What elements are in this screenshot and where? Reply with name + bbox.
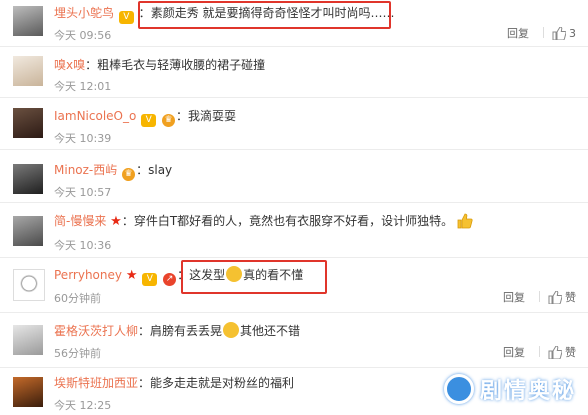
- like-count[interactable]: 3: [569, 27, 576, 40]
- comment-line: 嗅x嗅：粗棒毛衣与轻薄收腰的裙子碰撞: [54, 57, 265, 73]
- comment-text: 穿件白T都好看的人，竟然也有衣服穿不好看，设计师独特。: [133, 214, 454, 228]
- colon: ：: [121, 214, 134, 228]
- colon: ：: [138, 6, 151, 20]
- colon: ：: [138, 324, 151, 338]
- comment-time: 今天 09:56: [54, 29, 112, 42]
- avatar[interactable]: [13, 164, 43, 194]
- crown-badge-icon: ♛: [122, 168, 136, 181]
- comment-text-part: 真的看不懂: [243, 268, 304, 282]
- username-link[interactable]: 嗅x嗅: [54, 58, 85, 72]
- comment-text-part: 这发型: [189, 268, 226, 282]
- reply-button[interactable]: 回复: [503, 346, 525, 359]
- comment-time: 今天 10:36: [54, 239, 112, 252]
- thumbs-up-icon[interactable]: [548, 345, 563, 362]
- comment-actions: 回复 3: [507, 25, 576, 43]
- comment-actions: 回复 赞: [503, 289, 576, 307]
- username-link[interactable]: Perryhoney: [54, 268, 122, 282]
- comment-line: 埋头小鸵鸟 V ：素颜走秀 就是要摘得奇奇怪怪才叫时尚吗……: [54, 5, 395, 24]
- avatar[interactable]: [13, 377, 43, 407]
- comment-time: 今天 12:01: [54, 80, 112, 93]
- comment-line: 埃斯特班加西亚：能多走走就是对粉丝的福利: [54, 375, 294, 391]
- watermark-text: 剧情奥秘: [479, 379, 576, 404]
- colon: ：: [138, 376, 151, 390]
- username-link[interactable]: 埋头小鸵鸟: [54, 6, 114, 20]
- divider: [539, 291, 540, 302]
- username-link[interactable]: 霍格沃茨打人柳: [54, 324, 138, 338]
- star-badge-icon: ★: [125, 268, 138, 283]
- vip-badge-icon: V: [118, 11, 134, 24]
- avatar[interactable]: [13, 216, 43, 246]
- comment-text-part: 其他还不错: [240, 324, 301, 338]
- avatar[interactable]: [13, 108, 43, 138]
- comment-line: Perryhoney ★ V ↗ ：这发型 真的看不懂: [54, 266, 303, 286]
- like-label[interactable]: 赞: [565, 346, 576, 359]
- vip-badge-icon: V: [141, 114, 157, 127]
- comment-line: 简-慢慢来 ★：穿件白T都好看的人，竟然也有衣服穿不好看，设计师独特。: [54, 213, 473, 233]
- avatar[interactable]: [13, 325, 43, 355]
- colon: ：: [85, 58, 98, 72]
- divider: [543, 27, 544, 38]
- swirl-logo-icon: [443, 374, 474, 404]
- comment-time: 今天 12:25: [54, 399, 112, 412]
- comment-line: 霍格沃茨打人柳：肩膀有丢丢晃 其他还不错: [54, 322, 300, 339]
- username-link[interactable]: 简-慢慢来: [54, 214, 106, 228]
- comment-text: 我滴耍耍: [188, 109, 237, 123]
- thumbs-up-emoji-icon: [457, 213, 473, 233]
- sweat-emoji-icon: [223, 322, 240, 338]
- comment-time: 今天 10:39: [54, 132, 112, 145]
- star-badge-icon: ★: [110, 214, 122, 229]
- comment-item: Minoz-西屿 ♛ ：slay 今天 10:57: [0, 150, 588, 203]
- avatar[interactable]: [13, 269, 45, 301]
- comment-actions: 回复 赞: [503, 344, 576, 362]
- comment-line: Minoz-西屿 ♛ ：slay: [54, 162, 172, 181]
- colon: ：: [176, 109, 189, 123]
- username-link[interactable]: Minoz-西屿: [54, 163, 117, 177]
- comment-text: 素颜走秀 就是要摘得奇奇怪怪才叫时尚吗……: [150, 6, 395, 20]
- comment-text: 粗棒毛衣与轻薄收腰的裙子碰撞: [97, 58, 266, 72]
- comment-time: 今天 10:57: [54, 186, 112, 199]
- watermark: 剧情奥秘: [443, 373, 576, 405]
- thumbs-up-icon[interactable]: [548, 290, 563, 307]
- avatar[interactable]: [13, 56, 43, 86]
- thumbs-up-icon[interactable]: [552, 26, 567, 43]
- comment-item: 嗅x嗅：粗棒毛衣与轻薄收腰的裙子碰撞 今天 12:01: [0, 47, 588, 98]
- comment-text-part: 肩膀有丢丢晃: [150, 324, 223, 338]
- avatar[interactable]: [13, 6, 43, 36]
- comment-item: 埋头小鸵鸟 V ：素颜走秀 就是要摘得奇奇怪怪才叫时尚吗…… 今天 09:56 …: [0, 0, 588, 47]
- level-badge-icon: ↗: [163, 273, 177, 286]
- crown-badge-icon: ♛: [162, 114, 175, 127]
- laughing-emoji-icon: [226, 266, 243, 282]
- comment-item: 简-慢慢来 ★：穿件白T都好看的人，竟然也有衣服穿不好看，设计师独特。 今天 1…: [0, 203, 588, 258]
- comment-text: slay: [148, 163, 173, 177]
- colon: ：: [136, 163, 149, 177]
- comment-item: IamNicoleO_o V ♛ ：我滴耍耍 今天 10:39: [0, 98, 588, 150]
- reply-button[interactable]: 回复: [507, 27, 529, 40]
- username-link[interactable]: 埃斯特班加西亚: [54, 376, 138, 390]
- comment-text: 能多走走就是对粉丝的福利: [150, 376, 295, 390]
- like-label[interactable]: 赞: [565, 291, 576, 304]
- comment-item: Perryhoney ★ V ↗ ：这发型 真的看不懂 60分钟前 回复 赞: [0, 258, 588, 313]
- colon: ：: [177, 268, 190, 282]
- vip-badge-icon: V: [142, 273, 158, 286]
- comment-time: 60分钟前: [54, 292, 101, 305]
- reply-button[interactable]: 回复: [503, 291, 525, 304]
- comment-item: 霍格沃茨打人柳：肩膀有丢丢晃 其他还不错 56分钟前 回复 赞: [0, 313, 588, 368]
- username-link[interactable]: IamNicoleO_o: [54, 109, 136, 123]
- divider: [539, 346, 540, 357]
- comment-line: IamNicoleO_o V ♛ ：我滴耍耍: [54, 108, 236, 127]
- comment-time: 56分钟前: [54, 347, 101, 360]
